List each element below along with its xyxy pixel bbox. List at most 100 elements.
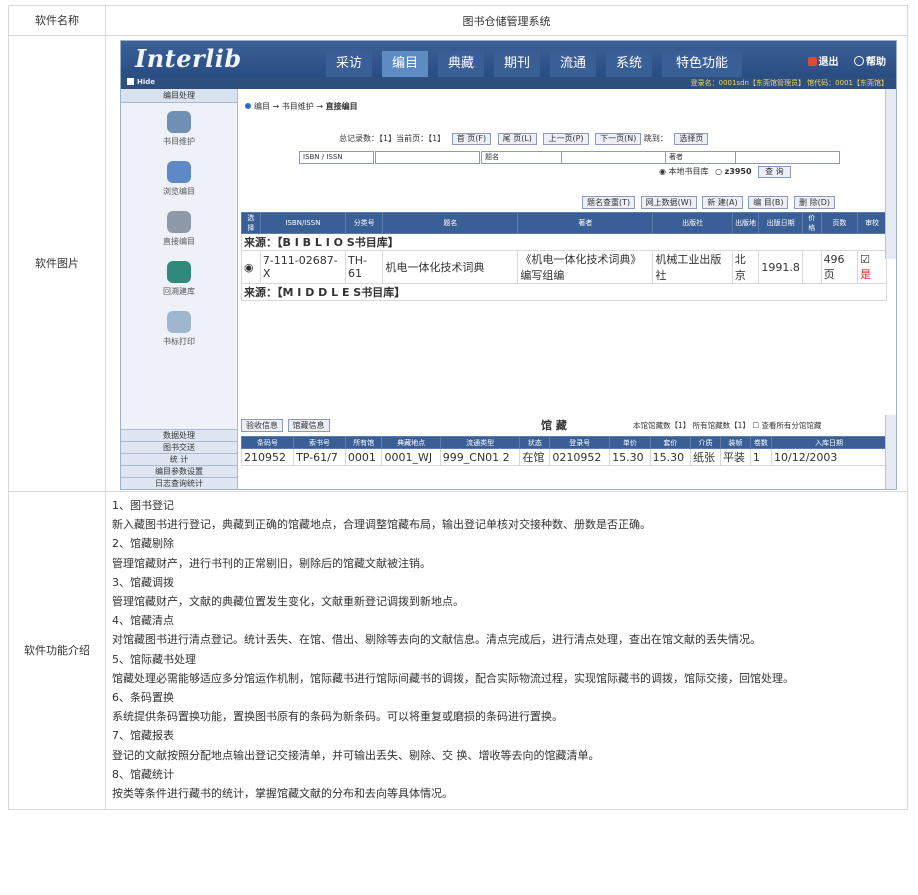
- cell: 0001_WJ: [381, 448, 441, 466]
- search-input-2[interactable]: [561, 151, 666, 164]
- prev-page-button[interactable]: 上一页(P): [543, 133, 589, 145]
- feature-list: 1、图书登记 新入藏图书进行登记，典藏到正确的馆藏地点，合理调整馆藏布局，输出登…: [105, 490, 908, 811]
- logout-button[interactable]: 退出: [807, 57, 839, 68]
- cell: TH-61: [344, 250, 384, 284]
- breadcrumb: 编目 → 书目维护 → 直接编目: [245, 101, 358, 112]
- feature-text: 系统提供条码置换功能，置换图书原有的条码为新条码。可以将重复或磨损的条码进行置换…: [112, 710, 563, 724]
- column-header: 介质: [690, 436, 721, 449]
- table-row[interactable]: 210952 TP-61/7 0001 0001_WJ 999_CN01 2 在…: [240, 448, 887, 466]
- radio-local[interactable]: ◉ 本地书目库: [659, 167, 709, 176]
- recycle-icon: [167, 111, 191, 133]
- cell: 纸张: [690, 448, 721, 466]
- field-select-2[interactable]: 题名: [481, 151, 562, 164]
- work-area: 编目 → 书目维护 → 直接编目 总记录数：【1】当前页：【1】 首 页(F) …: [239, 89, 896, 489]
- review-checkbox[interactable]: ☑ 是: [857, 250, 887, 284]
- column-header: 著者: [517, 212, 654, 234]
- interlib-logo: Interlib: [135, 44, 242, 73]
- cell: 北京: [731, 250, 760, 284]
- column-header: ISBN/ISSN: [259, 212, 346, 234]
- name-label: 软件名称: [8, 5, 106, 36]
- sidebar-link[interactable]: 日志查询统计: [121, 477, 237, 489]
- help-icon: [854, 56, 864, 66]
- sidebar-link[interactable]: 编目参数设置: [121, 465, 237, 477]
- column-header: 卷数: [749, 436, 773, 449]
- feature-title: 6、条码置换: [112, 691, 174, 705]
- column-header: 状态: [519, 436, 551, 449]
- cell: 0210952: [549, 448, 611, 466]
- field-select-1[interactable]: ISBN / ISSN: [299, 151, 374, 164]
- printer-icon: [167, 311, 191, 333]
- page-select[interactable]: 选择页: [674, 133, 709, 145]
- next-page-button[interactable]: 下一页(N): [595, 133, 642, 145]
- source-label: 来源：【M I D D L E S书目库】: [241, 283, 887, 301]
- feature-text: 登记的文献按照分配地点输出登记交接清单，并可输出丢失、剔除、交 换、增收等去向的…: [112, 748, 600, 762]
- column-header: 出版社: [652, 212, 733, 234]
- column-header: 条码号: [240, 436, 295, 449]
- search-input-1[interactable]: [375, 151, 480, 164]
- field-select-3[interactable]: 著者: [665, 151, 736, 164]
- column-header: 页数: [820, 212, 859, 234]
- all-branches-checkbox[interactable]: ☐ 查看所有分馆馆藏: [752, 421, 821, 430]
- image-label: 软件图片: [8, 35, 106, 492]
- last-page-button[interactable]: 尾 页(L): [497, 133, 537, 145]
- nav-item[interactable]: 采访: [326, 51, 372, 77]
- sidebar-item-label-print[interactable]: 书标打印: [121, 311, 237, 357]
- nav-item[interactable]: 典藏: [438, 51, 484, 77]
- feature-title: 5、馆际藏书处理: [112, 652, 196, 666]
- sidebar-item-retro[interactable]: 回溯建库: [121, 261, 237, 307]
- sidebar-link[interactable]: 数据处理: [121, 429, 237, 441]
- lower-scrollbar[interactable]: [885, 415, 896, 489]
- sidebar-link[interactable]: 图书交送: [121, 441, 237, 453]
- new-button[interactable]: 新 建(A): [702, 196, 743, 209]
- column-header: 索书号: [293, 436, 346, 449]
- software-screenshot: Interlib 采访 编目 典藏 期刊 流通 系统 特色功能 退出 帮助 Hi…: [105, 35, 908, 492]
- sidebar-header: 编目处理: [121, 89, 237, 103]
- app-window: Interlib 采访 编目 典藏 期刊 流通 系统 特色功能 退出 帮助 Hi…: [120, 40, 897, 490]
- feature-title: 4、馆藏清点: [112, 614, 174, 628]
- help-button[interactable]: 帮助: [854, 56, 886, 68]
- cell: 1991.8: [758, 250, 803, 284]
- delete-button[interactable]: 删 除(D): [794, 196, 835, 209]
- catalog-button[interactable]: 编 目(B): [748, 196, 789, 209]
- search-input-3[interactable]: [735, 151, 840, 164]
- cell: 《机电一体化技术词典》编写组编: [517, 250, 654, 284]
- feature-text: 管理馆藏财产，进行书刊的正常剔旧，剔除后的馆藏文献被注销。: [112, 556, 431, 570]
- nav-item[interactable]: 特色功能: [662, 51, 742, 77]
- sidebar-footer: 数据处理 图书交送 统 计 编目参数设置 日志查询统计: [121, 429, 237, 489]
- sidebar-item-direct[interactable]: 直接编目: [121, 211, 237, 257]
- column-header: 流通类型: [439, 436, 521, 449]
- record-grid: 选择 ISBN/ISSN 分类号 题名 著者 出版社 出版地 出版日期 价格 页…: [241, 212, 887, 301]
- query-button[interactable]: 查 询: [758, 166, 791, 178]
- upper-scrollbar[interactable]: [885, 89, 896, 259]
- feature-title: 7、馆藏报表: [112, 729, 174, 743]
- nav-item-active[interactable]: 编目: [382, 51, 428, 77]
- left-sidebar: 编目处理 书目维护 浏览编目 直接编目 回溯建库 书标打印 数据处理 图书交送 …: [121, 89, 238, 489]
- dedupe-button[interactable]: 题名查重(T): [582, 196, 636, 209]
- database-icon: [167, 261, 191, 283]
- table-row[interactable]: ◉ 7-111-02687-X TH-61 机电一体化技术词典 《机电一体化技术…: [241, 250, 887, 284]
- cell: 平装: [719, 448, 751, 466]
- sidebar-link[interactable]: 统 计: [121, 453, 237, 465]
- hide-toggle[interactable]: Hide: [127, 78, 155, 86]
- app-topbar: Interlib 采访 编目 典藏 期刊 流通 系统 特色功能 退出 帮助: [121, 41, 896, 77]
- radio-z3950[interactable]: ○ z3950: [715, 167, 751, 176]
- goto-label: 跳到：: [643, 134, 668, 143]
- sidebar-item-maintain[interactable]: 书目维护: [121, 111, 237, 157]
- first-page-button[interactable]: 首 页(F): [451, 133, 492, 145]
- column-header: 典藏地点: [381, 436, 441, 449]
- nav-item[interactable]: 系统: [606, 51, 652, 77]
- feature-text: 管理馆藏财产，文献的典藏位置发生变化，文献重新登记调拨到新地点。: [112, 595, 464, 609]
- row-radio[interactable]: ◉: [241, 250, 261, 284]
- nav-item[interactable]: 期刊: [494, 51, 540, 77]
- web-data-button[interactable]: 网上数据(W): [640, 196, 697, 209]
- tab-holdings[interactable]: 馆藏信息: [287, 419, 330, 432]
- cell: 机电一体化技术词典: [382, 250, 519, 284]
- software-name: 图书仓储管理系统: [105, 5, 908, 36]
- sidebar-item-browse[interactable]: 浏览编目: [121, 161, 237, 207]
- feature-title: 3、馆藏调拨: [112, 575, 174, 589]
- feature-text: 馆藏处理必需能够适应多分馆运作机制，馆际藏书进行馆际间藏书的调拨，配合实际物流过…: [112, 671, 794, 685]
- feature-text: 对馆藏图书进行清点登记。统计丢失、在馆、借出、剔除等去向的文献信息。清点完成后，…: [112, 633, 761, 647]
- nav-item[interactable]: 流通: [550, 51, 596, 77]
- holdings-grid: 条码号 索书号 所有馆 典藏地点 流通类型 状态 登录号 单价 套价 介质 装帧: [240, 436, 887, 466]
- tab-acceptance[interactable]: 验收信息: [241, 419, 283, 432]
